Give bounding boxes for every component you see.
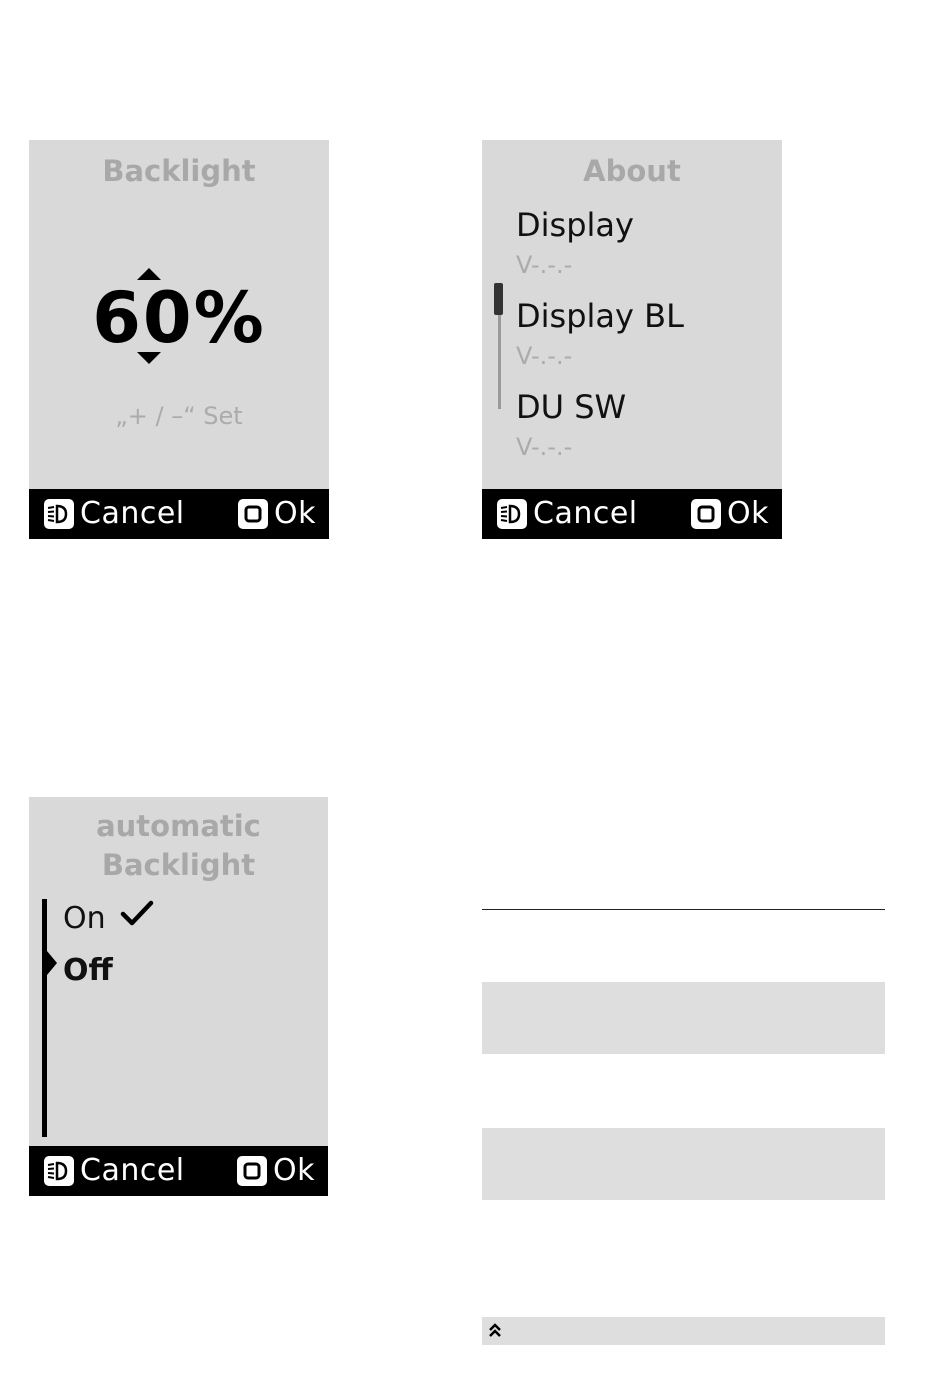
screen-title: About bbox=[583, 154, 681, 188]
screen-title: Backlight bbox=[102, 154, 256, 188]
option-off[interactable]: Off bbox=[63, 944, 154, 996]
light-key-icon bbox=[497, 499, 527, 529]
cancel-label: Cancel bbox=[533, 496, 638, 531]
list-indicator-bar bbox=[42, 899, 47, 1137]
ok-key-icon bbox=[237, 1156, 267, 1186]
divider bbox=[482, 909, 885, 910]
option-label: On bbox=[63, 900, 106, 936]
screen-footer: Cancel Ok bbox=[29, 489, 329, 539]
option-list: On Off bbox=[63, 892, 154, 996]
ok-key-icon bbox=[238, 499, 268, 529]
ok-label: Ok bbox=[727, 496, 769, 531]
component-name: Display BL bbox=[516, 297, 684, 335]
list-item[interactable]: Display V-.-.- bbox=[516, 204, 684, 295]
auto-backlight-screen: automatic Backlight On Off Cancel Ok bbox=[29, 797, 328, 1196]
about-screen: About Display V-.-.- Display BL V-.-.- D… bbox=[482, 140, 782, 539]
checkmark-icon bbox=[120, 900, 154, 936]
screen-footer: Cancel Ok bbox=[29, 1146, 328, 1196]
ok-button[interactable]: Ok bbox=[238, 498, 316, 530]
decrease-arrow-icon[interactable] bbox=[137, 352, 161, 364]
cancel-label: Cancel bbox=[80, 496, 185, 531]
ok-key-icon bbox=[691, 499, 721, 529]
selection-marker-icon bbox=[47, 951, 57, 975]
component-name: DU SW bbox=[516, 388, 627, 426]
backlight-value: 60% bbox=[92, 277, 266, 359]
option-on[interactable]: On bbox=[63, 892, 154, 944]
list-item[interactable]: DU SW V-.-.- bbox=[516, 386, 684, 477]
cancel-button[interactable]: Cancel bbox=[44, 1155, 185, 1187]
backlight-screen: Backlight 60% „+ / –“ Set Cancel Ok bbox=[29, 140, 329, 539]
cancel-label: Cancel bbox=[80, 1153, 185, 1188]
set-hint: „+ / –“ Set bbox=[115, 402, 243, 430]
placeholder-box bbox=[482, 1128, 885, 1200]
light-key-icon bbox=[44, 499, 74, 529]
component-version: V-.-.- bbox=[516, 433, 573, 461]
cancel-button[interactable]: Cancel bbox=[44, 498, 185, 530]
double-chevron-up-icon[interactable] bbox=[487, 1322, 503, 1342]
component-name: Display bbox=[516, 206, 634, 244]
cancel-button[interactable]: Cancel bbox=[497, 498, 638, 530]
component-version: V-.-.- bbox=[516, 251, 573, 279]
placeholder-box bbox=[482, 982, 885, 1054]
screen-title-line2: Backlight bbox=[101, 848, 256, 882]
nav-bar bbox=[482, 1317, 885, 1345]
ok-label: Ok bbox=[274, 496, 316, 531]
component-version: V-.-.- bbox=[516, 342, 573, 370]
about-list: Display V-.-.- Display BL V-.-.- DU SW V… bbox=[516, 204, 684, 477]
screen-title-line1: automatic bbox=[96, 809, 261, 843]
backlight-value-spinner[interactable]: 60% bbox=[29, 268, 329, 368]
screen-footer: Cancel Ok bbox=[482, 489, 782, 539]
option-label: Off bbox=[63, 952, 113, 988]
ok-button[interactable]: Ok bbox=[691, 498, 769, 530]
list-item[interactable]: Display BL V-.-.- bbox=[516, 295, 684, 386]
light-key-icon bbox=[44, 1156, 74, 1186]
scrollbar-thumb[interactable] bbox=[494, 283, 503, 315]
ok-label: Ok bbox=[273, 1153, 315, 1188]
ok-button[interactable]: Ok bbox=[237, 1155, 315, 1187]
